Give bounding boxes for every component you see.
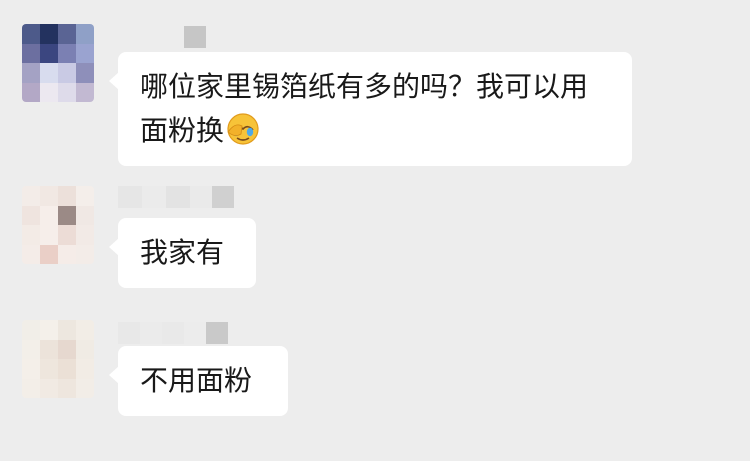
avatar-mosaic-cell — [40, 320, 58, 340]
avatar-mosaic-cell — [22, 186, 40, 206]
sender-name-blurred — [184, 26, 206, 48]
face-with-tears-covering-eyes-icon — [226, 112, 260, 146]
avatar-mosaic-cell — [22, 63, 40, 83]
avatar-mosaic-cell — [40, 378, 58, 398]
message-text: 我家有 — [140, 236, 225, 269]
message-bubble[interactable]: 哪位家里锡箔纸有多的吗？我可以用面粉换 — [109, 52, 632, 166]
avatar-mosaic-cell — [58, 43, 76, 63]
avatar-mosaic-cell — [22, 43, 40, 63]
avatar-mosaic-cell — [76, 43, 94, 63]
avatar-mosaic-cell — [40, 225, 58, 245]
avatar[interactable] — [22, 320, 94, 398]
avatar-mosaic-cell — [58, 378, 76, 398]
avatar-mosaic-cell — [58, 82, 76, 102]
avatar-mosaic-cell — [22, 225, 40, 245]
avatar-mosaic-cell — [22, 320, 40, 340]
avatar-mosaic-cell — [76, 205, 94, 225]
avatar-mosaic-cell — [40, 359, 58, 379]
avatar-mosaic-cell — [58, 359, 76, 379]
avatar-mosaic-cell — [22, 378, 40, 398]
avatar[interactable] — [22, 186, 94, 264]
avatar-mosaic-cell — [40, 43, 58, 63]
avatar-mosaic-cell — [76, 339, 94, 359]
sender-name-blurred — [118, 322, 228, 344]
avatar-mosaic-cell — [22, 205, 40, 225]
avatar-mosaic-cell — [40, 63, 58, 83]
avatar-mosaic-cell — [40, 205, 58, 225]
avatar-mosaic-cell — [76, 24, 94, 44]
avatar-mosaic-cell — [58, 24, 76, 44]
avatar-mosaic-cell — [76, 186, 94, 206]
avatar-mosaic-cell — [40, 339, 58, 359]
avatar-mosaic-cell — [76, 82, 94, 102]
avatar-mosaic-cell — [76, 320, 94, 340]
avatar-mosaic-cell — [76, 63, 94, 83]
avatar-mosaic-cell — [58, 186, 76, 206]
avatar-mosaic-cell — [22, 24, 40, 44]
chat-view: 哪位家里锡箔纸有多的吗？我可以用面粉换 我家有 不用面粉 — [0, 0, 750, 461]
avatar-mosaic-cell — [40, 244, 58, 264]
avatar-mosaic-cell — [76, 244, 94, 264]
avatar-mosaic-cell — [76, 359, 94, 379]
avatar-mosaic-cell — [22, 339, 40, 359]
avatar-mosaic-cell — [58, 205, 76, 225]
avatar-mosaic-cell — [76, 225, 94, 245]
avatar-mosaic-cell — [58, 320, 76, 340]
avatar-mosaic-cell — [22, 244, 40, 264]
avatar-mosaic-cell — [58, 225, 76, 245]
avatar-mosaic-cell — [40, 82, 58, 102]
message-text: 哪位家里锡箔纸有多的吗？我可以用面粉换 — [140, 70, 589, 147]
avatar-mosaic-cell — [22, 82, 40, 102]
message-bubble[interactable]: 不用面粉 — [109, 346, 288, 416]
avatar-mosaic-cell — [76, 378, 94, 398]
avatar-mosaic-cell — [58, 63, 76, 83]
message-text: 不用面粉 — [140, 364, 253, 397]
avatar-mosaic-cell — [40, 24, 58, 44]
sender-name-blurred — [118, 186, 234, 208]
message-bubble[interactable]: 我家有 — [109, 218, 256, 288]
avatar-mosaic-cell — [22, 359, 40, 379]
avatar[interactable] — [22, 24, 94, 102]
avatar-mosaic-cell — [58, 244, 76, 264]
avatar-mosaic-cell — [40, 186, 58, 206]
avatar-mosaic-cell — [58, 339, 76, 359]
